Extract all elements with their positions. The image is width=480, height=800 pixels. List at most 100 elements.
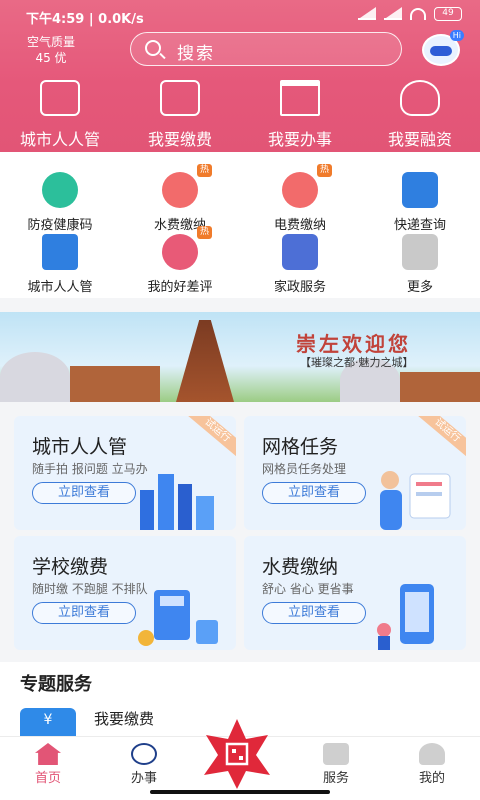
home-icon (35, 743, 61, 765)
view-now-button[interactable]: 立即查看 (262, 602, 366, 624)
cell-signal-icon (384, 7, 402, 20)
service-label: 电费缴纳 (273, 218, 326, 233)
dome-building-image (0, 352, 70, 402)
top-nav: 城市人人管 我要缴费 我要办事 我要融资 (0, 80, 480, 150)
banner-subtitle: 【璀璨之都·魅力之城】 (300, 356, 414, 369)
topnav-label: 我要缴费 (147, 130, 212, 149)
service-label: 家政服务 (273, 280, 326, 295)
service-label: 我的好差评 (147, 280, 213, 295)
hot-badge: 热 (316, 164, 332, 177)
government-building-icon (280, 80, 320, 116)
service-water-fee[interactable]: 热 水费缴纳 (120, 164, 240, 234)
tab-label: 办事 (130, 771, 157, 786)
header: 下午4:59 | 0.0K/s 49 空气质量 45 优 搜索 Hi 城市人人管… (0, 0, 480, 152)
hands-heart-icon (400, 80, 440, 116)
more-grid-icon (402, 234, 438, 270)
service-city-management[interactable]: 城市人人管 (0, 234, 120, 296)
hot-badge: 热 (196, 164, 212, 177)
robot-badge: Hi (449, 30, 464, 41)
building-image (70, 366, 160, 402)
tab-mine[interactable]: 我的 (392, 743, 472, 786)
topnav-financing[interactable]: 我要融资 (360, 80, 480, 150)
qr-code-icon (42, 172, 78, 208)
feature-cards: 城市人人管 随手拍 报问题 立马办 立即查看 试运行 网格任务 网格员任务处理 … (0, 402, 480, 662)
city-management-icon (40, 80, 80, 116)
banner-title: 崇左欢迎您 (296, 332, 411, 356)
topnav-label: 城市人人管 (19, 130, 100, 149)
phone-payment-illustration (377, 584, 434, 650)
card-grid-task[interactable]: 网格任务 网格员任务处理 立即查看 试运行 (244, 416, 466, 530)
affairs-icon (131, 743, 157, 765)
service-label: 防疫健康码 (27, 218, 93, 233)
service-express[interactable]: 快递查询 (360, 172, 480, 234)
city-skyline-illustration (140, 474, 214, 530)
tab-label: 服务 (322, 771, 349, 786)
delivery-truck-icon (402, 172, 438, 208)
pagoda-tower-image (176, 320, 234, 402)
card-subtitle: 舒心 省心 更省事 (262, 582, 354, 596)
tab-label: 首页 (34, 771, 61, 786)
tab-affairs[interactable]: 办事 (104, 743, 184, 786)
search-input[interactable]: 搜索 (130, 32, 402, 66)
worker-task-illustration (380, 471, 451, 530)
view-now-button[interactable]: 立即查看 (262, 482, 366, 504)
tab-home[interactable]: 首页 (8, 743, 88, 786)
service-housekeeping[interactable]: 家政服务 (240, 234, 360, 296)
service-icon (323, 743, 349, 765)
battery-icon: 49 (434, 7, 462, 21)
service-label: 快递查询 (393, 218, 446, 233)
tab-service[interactable]: 服务 (296, 743, 376, 786)
search-icon (145, 40, 161, 56)
topnav-city-management[interactable]: 城市人人管 (0, 80, 120, 150)
view-now-button[interactable]: 立即查看 (32, 482, 136, 504)
search-placeholder: 搜索 (177, 44, 215, 64)
topnav-affairs[interactable]: 我要办事 (240, 80, 360, 150)
cell-signal-icon (358, 7, 376, 20)
trial-tag: 试运行 (185, 416, 236, 459)
trial-tag: 试运行 (415, 416, 466, 459)
service-health-code[interactable]: 防疫健康码 (0, 172, 120, 234)
air-quality-value: 45 优 (35, 51, 67, 65)
card-title: 学校缴费 (32, 556, 109, 578)
promo-banner[interactable]: 崇左欢迎您 【璀璨之都·魅力之城】 (0, 312, 480, 402)
calculator-illustration (138, 590, 218, 646)
topnav-label: 我要办事 (267, 130, 332, 149)
lightning-icon: 热 (282, 164, 332, 208)
card-title: 网格任务 (262, 436, 339, 458)
status-bar: 下午4:59 | 0.0K/s 49 (0, 0, 480, 32)
wifi-icon (410, 8, 426, 20)
card-title: 水费缴纳 (262, 556, 339, 578)
home-indicator (150, 790, 330, 794)
view-now-button[interactable]: 立即查看 (32, 602, 136, 624)
payment-wallet-icon (160, 80, 200, 116)
card-title: 城市人人管 (32, 436, 128, 458)
air-quality-label: 空气质量 (26, 35, 75, 49)
service-more[interactable]: 更多 (360, 234, 480, 296)
air-quality[interactable]: 空气质量 45 优 (16, 34, 86, 66)
house-service-icon (282, 234, 318, 270)
service-electric-fee[interactable]: 热 电费缴纳 (240, 164, 360, 234)
topnav-label: 我要融资 (387, 130, 452, 149)
rating-medal-icon: 热 (162, 226, 212, 270)
tab-label: 我的 (418, 771, 445, 786)
user-icon (419, 743, 445, 765)
service-label: 城市人人管 (27, 280, 93, 295)
yuan-icon: ¥ (20, 708, 76, 736)
topnav-payment[interactable]: 我要缴费 (120, 80, 240, 150)
service-rating[interactable]: 热 我的好差评 (120, 226, 240, 296)
service-label: 水费缴纳 (153, 218, 206, 233)
card-school-fee[interactable]: 学校缴费 随时缴 不跑腿 不排队 立即查看 (14, 536, 236, 650)
section-title: 专题服务 (20, 674, 92, 695)
topic-item-label[interactable]: 我要缴费 (94, 708, 154, 729)
building-image (400, 372, 480, 402)
service-grid: 防疫健康码 热 水费缴纳 热 电费缴纳 快递查询 城市人人管 热 我的好差评 家… (0, 152, 480, 298)
assistant-robot-icon[interactable]: Hi (422, 30, 464, 66)
card-subtitle: 网格员任务处理 (262, 462, 347, 476)
hot-badge: 热 (196, 226, 212, 239)
card-water-fee[interactable]: 水费缴纳 舒心 省心 更省事 立即查看 (244, 536, 466, 650)
water-drop-icon: 热 (162, 164, 212, 208)
scan-flower-button[interactable] (200, 717, 274, 791)
service-label: 更多 (406, 280, 433, 295)
card-city-management[interactable]: 城市人人管 随手拍 报问题 立马办 立即查看 试运行 (14, 416, 236, 530)
city-grid-icon (42, 234, 78, 270)
